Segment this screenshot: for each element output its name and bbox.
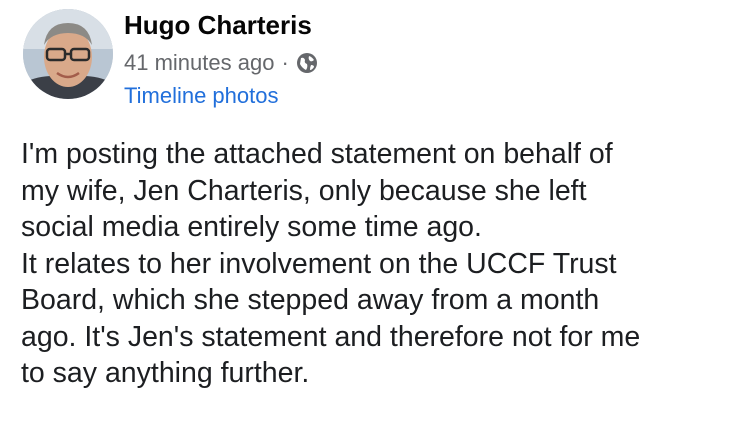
meta-separator: · [281,50,289,75]
post-meta: 41 minutes ago · [124,49,318,77]
body-line: to say anything further. [21,357,310,389]
globe-icon[interactable] [296,52,318,74]
avatar[interactable] [23,9,113,99]
body-line: I'm posting the attached statement on be… [21,138,613,170]
body-line: It relates to her involvement on the UCC… [21,247,617,280]
post-timestamp[interactable]: 41 minutes ago [124,49,274,77]
body-line: Board, which she stepped away from a mon… [21,284,600,316]
profile-photo [23,9,113,99]
post-body: I'm posting the attached statement on be… [21,136,739,392]
body-line: ago. It's Jen's statement and therefore … [21,320,641,353]
body-line: my wife, Jen Charteris, only because she… [21,174,587,207]
post-card: Hugo Charteris 41 minutes ago · Timeline… [0,0,750,436]
author-name[interactable]: Hugo Charteris [124,10,312,40]
body-line: social media entirely some time ago. [21,211,482,243]
album-link[interactable]: Timeline photos [124,82,278,110]
